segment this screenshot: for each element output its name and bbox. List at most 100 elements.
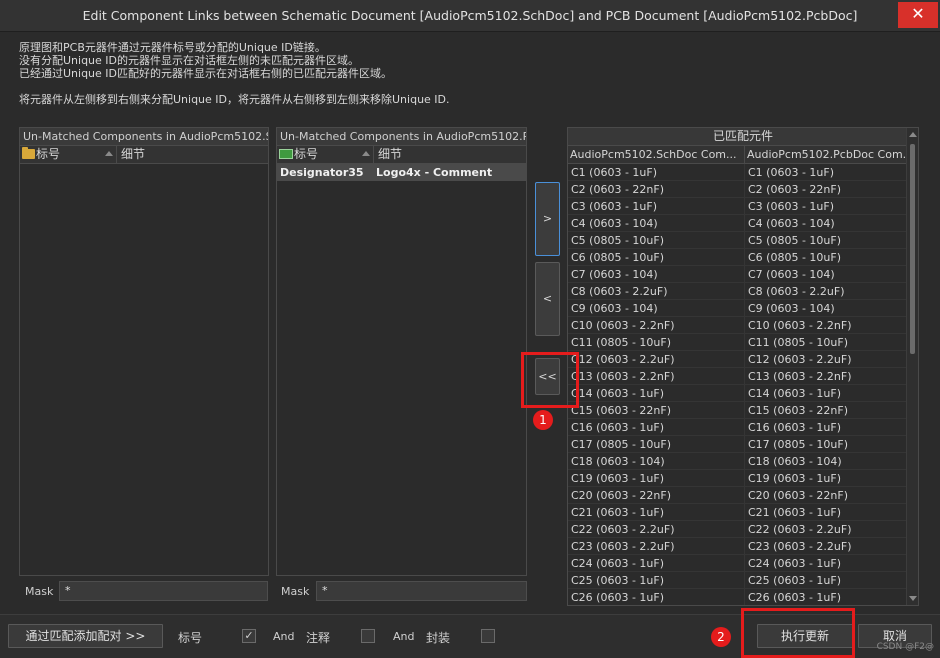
pcb-component: C2 (0603 - 22nF) <box>748 183 842 196</box>
list-item[interactable]: Designator35 Logo4x - Comment <box>277 164 526 181</box>
pcb-component: C17 (0805 - 10uF) <box>748 438 849 451</box>
sch-component: C3 (0603 - 1uF) <box>568 198 745 214</box>
comment-checkbox[interactable] <box>361 629 375 643</box>
table-row[interactable]: C24 (0603 - 1uF) C24 (0603 - 1uF) <box>568 555 918 572</box>
info-line-3: 已经通过Unique ID匹配好的元器件显示在对话框右侧的已匹配元器件区域。 <box>19 67 393 80</box>
matched-rows: C1 (0603 - 1uF) C1 (0603 - 1uF) C2 (0603 -… <box>568 164 918 605</box>
pcb-component: C19 (0603 - 1uF) <box>748 472 842 485</box>
designator-checkbox[interactable]: ✓ <box>242 629 256 643</box>
pcb-component: C7 (0603 - 104) <box>748 268 835 281</box>
sch-component: C12 (0603 - 2.2uF) <box>568 351 745 367</box>
row-detail: Logo4x - Comment <box>376 166 493 179</box>
and-label-2: And <box>393 630 415 643</box>
table-row[interactable]: C4 (0603 - 104) C4 (0603 - 104) <box>568 215 918 232</box>
table-row[interactable]: C1 (0603 - 1uF) C1 (0603 - 1uF) <box>568 164 918 181</box>
table-row[interactable]: C18 (0603 - 104) C18 (0603 - 104) <box>568 453 918 470</box>
table-row[interactable]: C22 (0603 - 2.2uF) C22 (0603 - 2.2uF) <box>568 521 918 538</box>
table-row[interactable]: C10 (0603 - 2.2nF) C10 (0603 - 2.2nF) <box>568 317 918 334</box>
designator-label: 标号 <box>178 631 203 645</box>
info-text: 原理图和PCB元器件通过元器件标号或分配的Unique ID链接。 没有分配Un… <box>19 41 450 106</box>
step-badge-1: 1 <box>533 410 553 430</box>
mask-input-mid[interactable]: * <box>316 581 527 601</box>
sch-component: C25 (0603 - 1uF) <box>568 572 745 588</box>
pcb-component: C20 (0603 - 22nF) <box>748 489 849 502</box>
table-row[interactable]: C11 (0805 - 10uF) C11 (0805 - 10uF) <box>568 334 918 351</box>
matched-header: 已匹配元件 <box>568 128 918 146</box>
sch-component: C26 (0603 - 1uF) <box>568 589 745 605</box>
info-line-2: 没有分配Unique ID的元器件显示在对话框左侧的未匹配元器件区域。 <box>19 54 360 67</box>
close-icon[interactable]: ✕ <box>898 2 938 28</box>
sch-component: C10 (0603 - 2.2nF) <box>568 317 745 333</box>
sch-component: C22 (0603 - 2.2uF) <box>568 521 745 537</box>
vertical-scrollbar[interactable] <box>906 128 918 605</box>
table-row[interactable]: C23 (0603 - 2.2uF) C23 (0603 - 2.2uF) <box>568 538 918 555</box>
sch-component: C1 (0603 - 1uF) <box>568 164 745 180</box>
table-row[interactable]: C16 (0603 - 1uF) C16 (0603 - 1uF) <box>568 419 918 436</box>
table-row[interactable]: C12 (0603 - 2.2uF) C12 (0603 - 2.2uF) <box>568 351 918 368</box>
pcb-component: C21 (0603 - 1uF) <box>748 506 842 519</box>
table-row[interactable]: C20 (0603 - 22nF) C20 (0603 - 22nF) <box>568 487 918 504</box>
scroll-down-icon[interactable] <box>909 596 917 601</box>
mask-input-left[interactable]: * <box>59 581 268 601</box>
table-row[interactable]: C19 (0603 - 1uF) C19 (0603 - 1uF) <box>568 470 918 487</box>
highlight-box-1 <box>521 352 579 408</box>
table-row[interactable]: C17 (0805 - 10uF) C17 (0805 - 10uF) <box>568 436 918 453</box>
move-left-button[interactable]: < <box>535 262 560 336</box>
pcb-component: C14 (0603 - 1uF) <box>748 387 842 400</box>
sch-component: C19 (0603 - 1uF) <box>568 470 745 486</box>
table-row[interactable]: C2 (0603 - 22nF) C2 (0603 - 22nF) <box>568 181 918 198</box>
table-row[interactable]: C5 (0805 - 10uF) C5 (0805 - 10uF) <box>568 232 918 249</box>
mask-label-mid: Mask <box>281 585 310 598</box>
pcb-component: C1 (0603 - 1uF) <box>748 166 835 179</box>
col-detail[interactable]: 细节 <box>374 146 526 163</box>
sch-component: C13 (0603 - 2.2nF) <box>568 368 745 384</box>
sch-component: C21 (0603 - 1uF) <box>568 504 745 520</box>
table-row[interactable]: C14 (0603 - 1uF) C14 (0603 - 1uF) <box>568 385 918 402</box>
pcb-component: C6 (0805 - 10uF) <box>748 251 842 264</box>
unmatched-sch-columns: 标号 细节 <box>20 146 268 164</box>
pcb-component: C25 (0603 - 1uF) <box>748 574 842 587</box>
move-right-button[interactable]: > <box>535 182 560 256</box>
row-designator: Designator35 <box>280 166 364 179</box>
pcb-component: C11 (0805 - 10uF) <box>748 336 849 349</box>
sch-component: C8 (0603 - 2.2uF) <box>568 283 745 299</box>
comment-label: 注释 <box>306 631 331 645</box>
sch-component: C6 (0805 - 10uF) <box>568 249 745 265</box>
col-designator-label: 标号 <box>294 147 319 161</box>
sch-component: C24 (0603 - 1uF) <box>568 555 745 571</box>
unmatched-pcb-panel: Un-Matched Components in AudioPcm5102.P.… <box>276 127 527 576</box>
scroll-up-icon[interactable] <box>909 132 917 137</box>
footprint-checkbox[interactable] <box>481 629 495 643</box>
pcb-component: C22 (0603 - 2.2uF) <box>748 523 852 536</box>
table-row[interactable]: C26 (0603 - 1uF) C26 (0603 - 1uF) <box>568 589 918 605</box>
table-row[interactable]: C3 (0603 - 1uF) C3 (0603 - 1uF) <box>568 198 918 215</box>
col-designator-label: 标号 <box>36 147 61 161</box>
highlight-box-2 <box>741 608 855 658</box>
sch-component: C5 (0805 - 10uF) <box>568 232 745 248</box>
sch-component: C4 (0603 - 104) <box>568 215 745 231</box>
add-matched-pairs-button[interactable]: 通过匹配添加配对 >> <box>8 624 163 648</box>
col-designator[interactable]: 标号 <box>20 146 117 163</box>
unmatched-pcb-header: Un-Matched Components in AudioPcm5102.P.… <box>277 128 526 146</box>
table-row[interactable]: C8 (0603 - 2.2uF) C8 (0603 - 2.2uF) <box>568 283 918 300</box>
and-label-1: And <box>273 630 295 643</box>
table-row[interactable]: C15 (0603 - 22nF) C15 (0603 - 22nF) <box>568 402 918 419</box>
col-detail[interactable]: 细节 <box>117 146 268 163</box>
table-row[interactable]: C25 (0603 - 1uF) C25 (0603 - 1uF) <box>568 572 918 589</box>
sch-component: C9 (0603 - 104) <box>568 300 745 316</box>
table-row[interactable]: C7 (0603 - 104) C7 (0603 - 104) <box>568 266 918 283</box>
table-row[interactable]: C21 (0603 - 1uF) C21 (0603 - 1uF) <box>568 504 918 521</box>
col-designator[interactable]: 标号 <box>277 146 374 163</box>
table-row[interactable]: C6 (0805 - 10uF) C6 (0805 - 10uF) <box>568 249 918 266</box>
col-sch-component[interactable]: AudioPcm5102.SchDoc Com... <box>568 146 745 163</box>
pcb-component: C10 (0603 - 2.2nF) <box>748 319 852 332</box>
table-row[interactable]: C9 (0603 - 104) C9 (0603 - 104) <box>568 300 918 317</box>
scroll-thumb[interactable] <box>910 144 915 354</box>
table-row[interactable]: C13 (0603 - 2.2nF) C13 (0603 - 2.2nF) <box>568 368 918 385</box>
col-pcb-component[interactable]: AudioPcm5102.PcbDoc Com... <box>745 146 907 163</box>
pcb-component: C12 (0603 - 2.2uF) <box>748 353 852 366</box>
sch-component: C15 (0603 - 22nF) <box>568 402 745 418</box>
pcb-component: C8 (0603 - 2.2uF) <box>748 285 845 298</box>
matched-components-panel: 已匹配元件 AudioPcm5102.SchDoc Com... AudioPc… <box>567 127 919 606</box>
pcb-component: C18 (0603 - 104) <box>748 455 842 468</box>
